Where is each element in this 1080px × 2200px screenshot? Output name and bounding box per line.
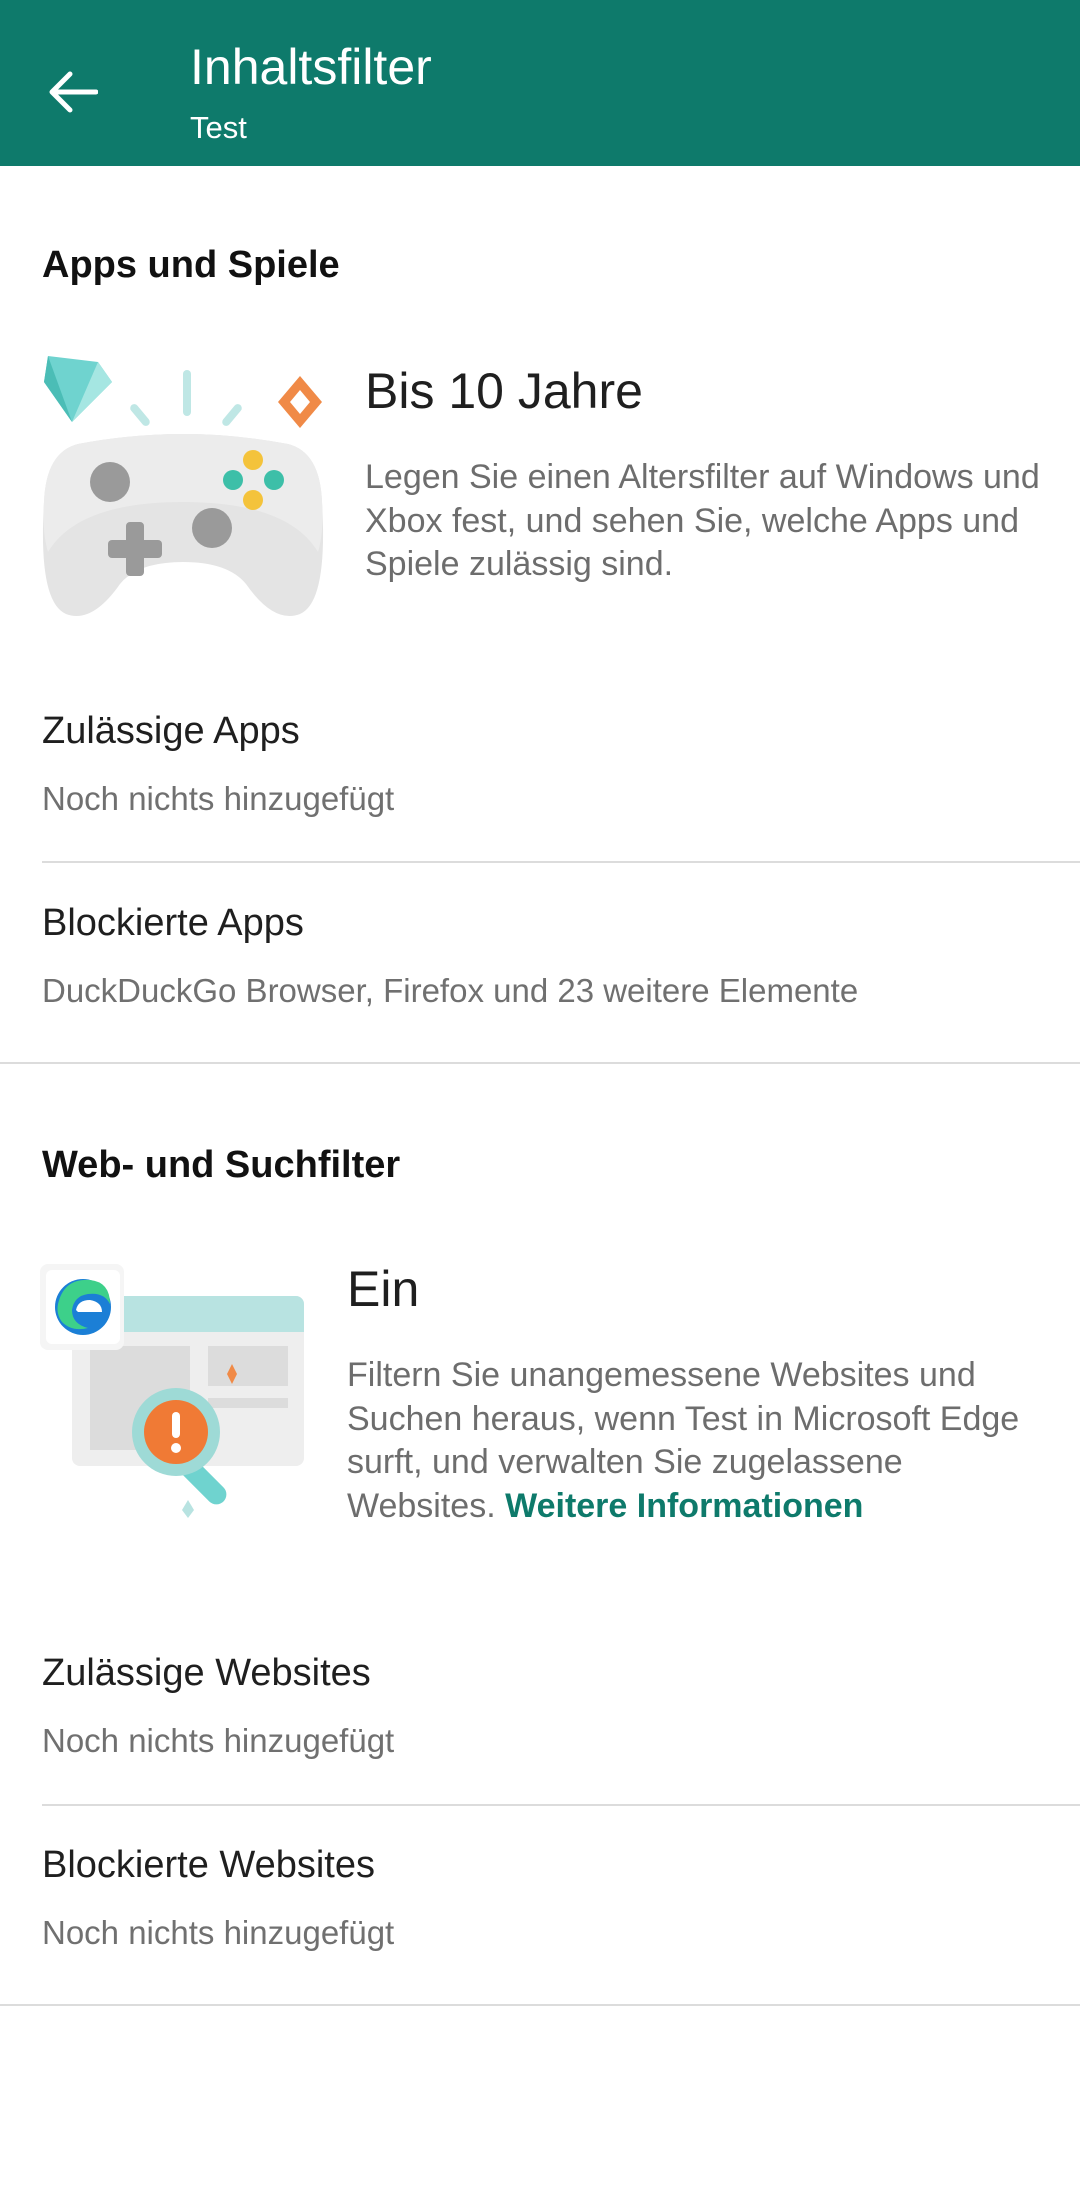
item-title: Zulässige Websites: [42, 1652, 371, 1694]
item-title: Zulässige Apps: [42, 710, 300, 752]
list-item-blocked-apps[interactable]: Blockierte Apps DuckDuckGo Browser, Fire…: [0, 866, 1080, 1060]
page-subtitle: Test: [190, 110, 247, 145]
item-subtitle: Noch nichts hinzugefügt: [42, 1722, 395, 1759]
age-filter-value: Bis 10 Jahre: [365, 363, 643, 419]
age-filter-description: Legen Sie einen Altersfilter auf Windows…: [365, 458, 1040, 583]
section-divider: [0, 2004, 1080, 2006]
item-title: Blockierte Websites: [42, 1844, 375, 1886]
learn-more-link[interactable]: Weitere Informationen: [505, 1487, 863, 1525]
game-controller-icon: [38, 352, 328, 624]
web-filter-description: Filtern Sie unangemessene Websites und S…: [347, 1354, 1047, 1528]
item-subtitle: DuckDuckGo Browser, Firefox und 23 weite…: [42, 972, 859, 1009]
back-button[interactable]: [30, 50, 114, 134]
web-filter-status: Ein: [347, 1261, 420, 1317]
section-heading-apps: Apps und Spiele: [42, 244, 340, 286]
section-heading-web: Web- und Suchfilter: [42, 1144, 401, 1186]
item-subtitle: Noch nichts hinzugefügt: [42, 780, 395, 817]
section-divider: [0, 1062, 1080, 1064]
edge-browser-warning-icon: [38, 1262, 310, 1518]
item-title: Blockierte Apps: [42, 902, 304, 944]
divider: [42, 861, 1080, 863]
arrow-left-icon: [49, 71, 98, 113]
item-subtitle: Noch nichts hinzugefügt: [42, 1914, 395, 1951]
page-title: Inhaltsfilter: [190, 39, 432, 95]
app-bar: Inhaltsfilter Test: [0, 0, 1080, 166]
list-item-blocked-websites[interactable]: Blockierte Websites Noch nichts hinzugef…: [0, 1808, 1080, 2004]
divider: [42, 1804, 1080, 1806]
list-item-allowed-apps[interactable]: Zulässige Apps Noch nichts hinzugefügt: [0, 690, 1080, 860]
content-filter-screen: Inhaltsfilter Test Apps und Spiele Bis 1…: [0, 0, 1080, 2200]
list-item-allowed-websites[interactable]: Zulässige Websites Noch nichts hinzugefü…: [0, 1640, 1080, 1802]
